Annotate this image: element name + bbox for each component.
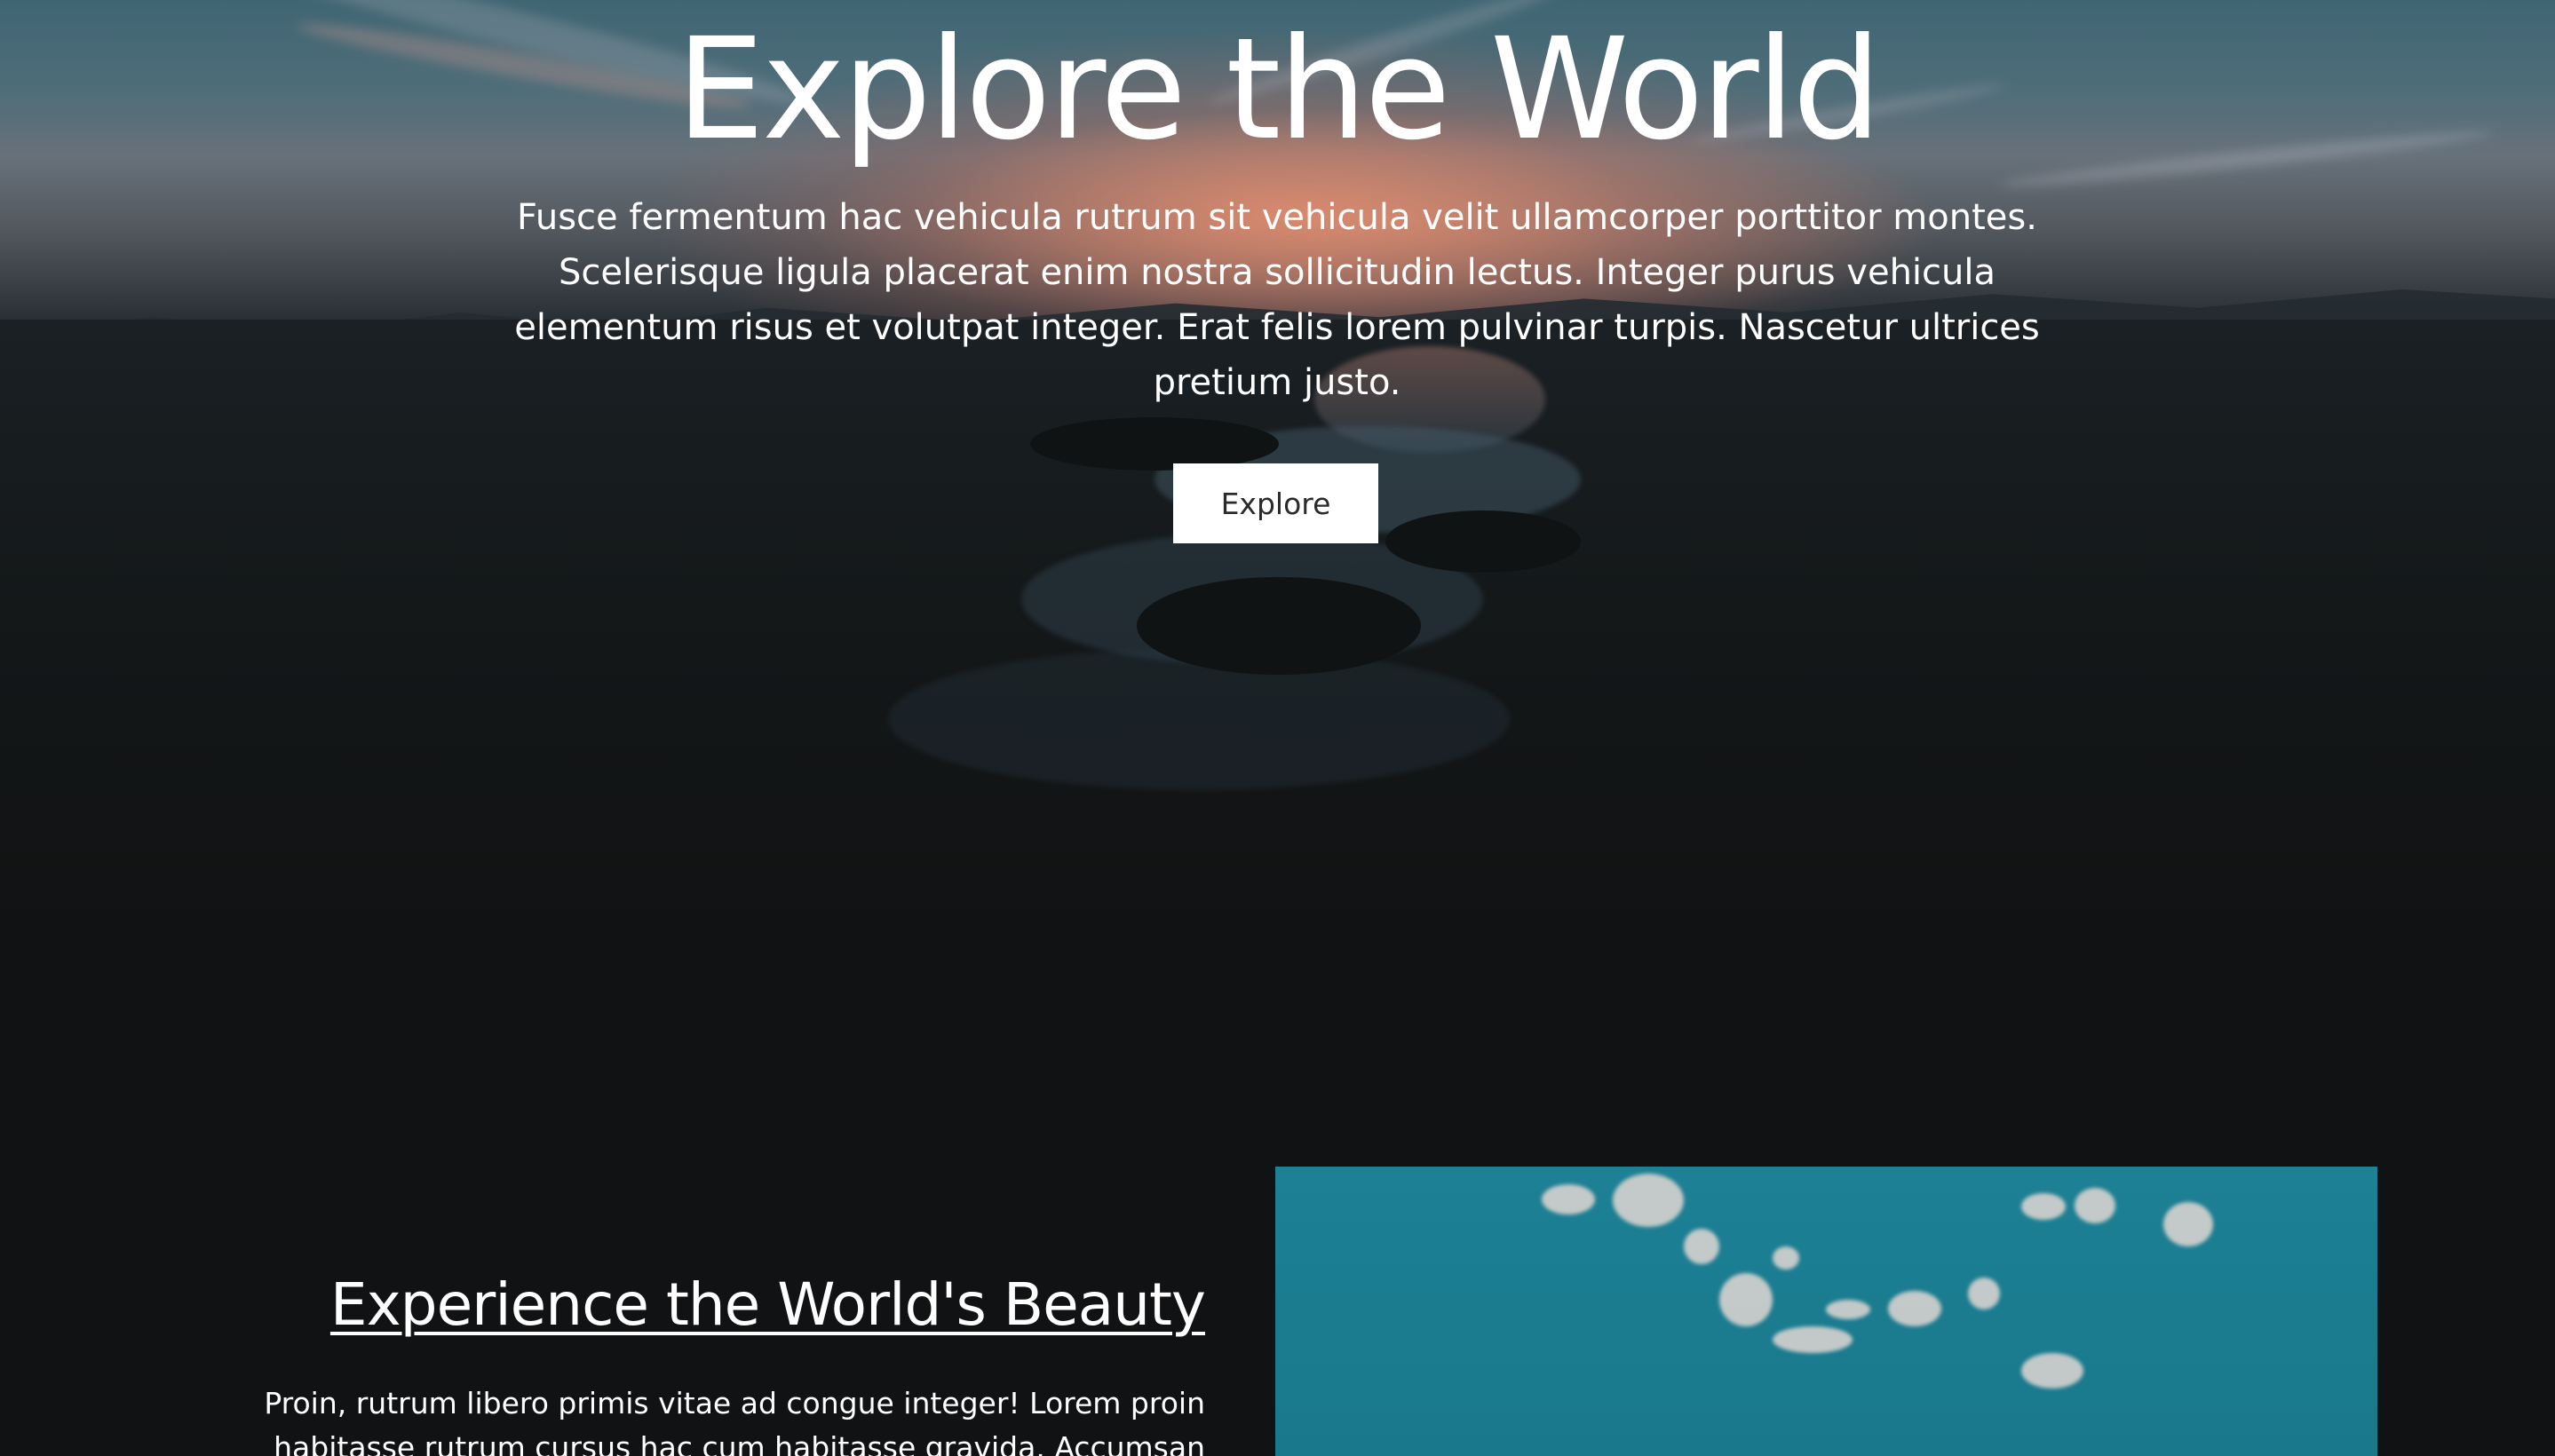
- sky-cloud: [1773, 1326, 1853, 1353]
- sky-cloud: [2021, 1353, 2083, 1389]
- hero-description: Fusce fermentum hac vehicula rutrum sit …: [514, 197, 2040, 403]
- sky-image: [1275, 1167, 2377, 1456]
- sky-cloud: [1684, 1229, 1719, 1264]
- sky-cloud: [1968, 1278, 2000, 1310]
- hero-river: [888, 648, 1510, 790]
- sky-cloud: [1888, 1291, 1941, 1326]
- hero-island: [1030, 417, 1279, 471]
- sky-cloud: [2021, 1193, 2066, 1220]
- hero-island: [1385, 510, 1581, 573]
- hero-section: Explore the World Fusce fermentum hac ve…: [0, 0, 2555, 977]
- section-paragraph: Proin, rutrum libero primis vitae ad con…: [264, 1386, 1205, 1456]
- sky-cloud: [2163, 1202, 2213, 1246]
- explore-button[interactable]: Explore: [1173, 463, 1378, 543]
- sky-cloud: [1613, 1174, 1684, 1227]
- hero-title: Explore the World: [676, 8, 1881, 171]
- sky-cloud: [1826, 1300, 1870, 1319]
- sky-cloud: [2075, 1188, 2115, 1223]
- sky-cloud: [1773, 1246, 1799, 1270]
- hero-island: [1137, 577, 1421, 675]
- section-heading[interactable]: Experience the World's Beauty: [330, 1268, 1206, 1342]
- page: Explore the World Fusce fermentum hac ve…: [0, 0, 2555, 1456]
- sky-cloud: [1542, 1184, 1595, 1215]
- sky-cloud: [1719, 1273, 1773, 1326]
